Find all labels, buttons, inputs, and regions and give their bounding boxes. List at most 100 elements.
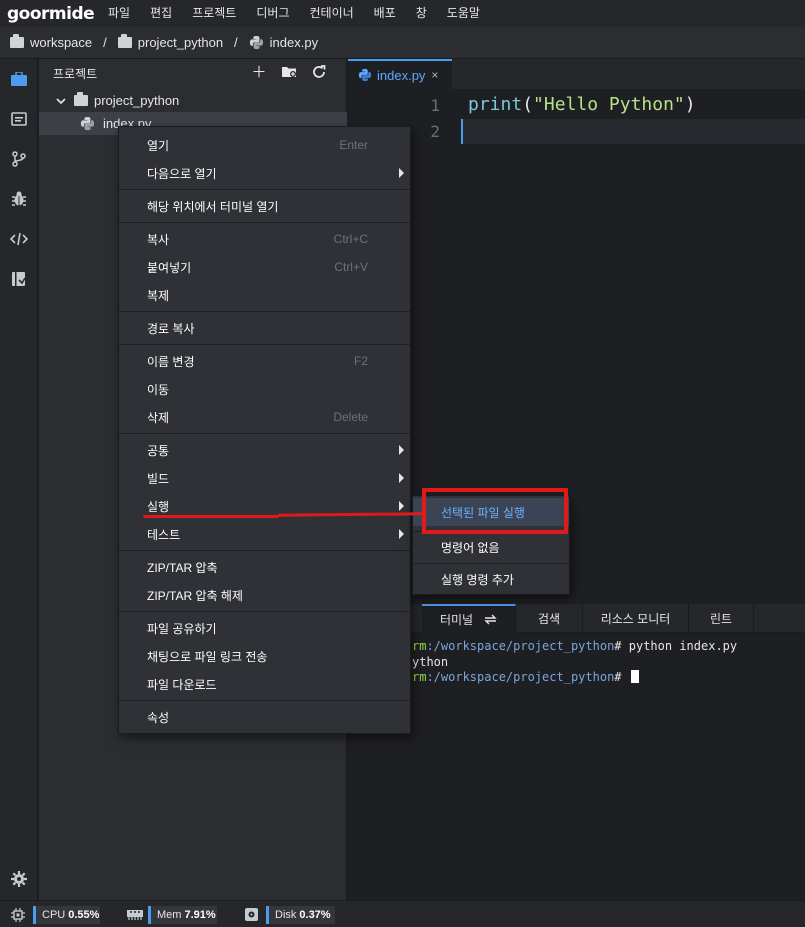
tab-terminal[interactable]: 터미널 xyxy=(422,604,516,633)
menu-item-copy-path[interactable]: 경로 복사 xyxy=(119,314,410,342)
python-file-icon xyxy=(249,35,263,50)
menu-item-terminal-here[interactable]: 해당 위치에서 터미널 열기 xyxy=(119,192,410,220)
branch-icon xyxy=(12,151,26,167)
menu-item-rename[interactable]: 이름 변경 F2 xyxy=(119,347,410,375)
activity-bar xyxy=(0,59,38,900)
annotation-highlight-box xyxy=(422,488,568,534)
sync-icon[interactable] xyxy=(484,614,497,625)
close-icon[interactable]: × xyxy=(431,68,438,82)
mem-value: 7.91% xyxy=(184,909,216,921)
menu-file[interactable]: 파일 xyxy=(98,0,140,27)
python-file-icon xyxy=(358,68,372,82)
menu-item-duplicate[interactable]: 복제 xyxy=(119,281,410,309)
submenu-arrow-icon xyxy=(399,445,404,455)
cpu-label: CPU xyxy=(42,909,66,921)
menu-item-test[interactable]: 테스트 xyxy=(119,520,410,548)
disk-label: Disk xyxy=(275,909,297,921)
menu-item-open[interactable]: 열기 Enter xyxy=(119,131,410,159)
menu-item-send-link[interactable]: 채팅으로 파일 링크 전송 xyxy=(119,642,410,670)
current-line-highlight xyxy=(461,119,805,144)
menu-edit[interactable]: 편집 xyxy=(140,0,182,27)
plugin-icon[interactable] xyxy=(0,265,38,293)
outline-icon[interactable] xyxy=(0,105,38,133)
annotation-underline xyxy=(143,515,279,518)
git-icon[interactable] xyxy=(0,145,38,173)
menu-item-share[interactable]: 파일 공유하기 xyxy=(119,614,410,642)
menu-item-no-command[interactable]: 명령어 없음 xyxy=(413,533,569,561)
debug-icon[interactable] xyxy=(0,185,38,213)
code-line[interactable]: print("Hello Python") xyxy=(468,94,696,115)
add-folder-icon[interactable] xyxy=(281,65,297,81)
menu-item-add-run-command[interactable]: 실행 명령 추가 xyxy=(413,565,569,593)
panel-header: 프로젝트 xyxy=(39,59,346,88)
disk-value: 0.37% xyxy=(299,909,331,921)
terminal-line[interactable]: rm:/workspace/project_python# xyxy=(412,670,639,684)
menu-divider xyxy=(119,344,410,345)
cpu-status: CPU 0.55% xyxy=(36,906,100,924)
submenu-arrow-icon xyxy=(399,168,404,178)
menu-deploy[interactable]: 배포 xyxy=(364,0,406,27)
menu-item-label: 붙여넣기 xyxy=(147,260,192,275)
menu-container[interactable]: 컨테이너 xyxy=(299,0,363,27)
breadcrumb-separator: / xyxy=(234,35,238,50)
menu-project[interactable]: 프로젝트 xyxy=(182,0,246,27)
tab-search[interactable]: 검색 xyxy=(516,604,583,633)
terminal-path: :/workspace/project_python xyxy=(426,639,615,653)
menu-item-build[interactable]: 빌드 xyxy=(119,464,410,492)
menu-item-copy[interactable]: 복사 Ctrl+C xyxy=(119,225,410,253)
menu-item-move[interactable]: 이동 xyxy=(119,375,410,403)
menu-item-label: 속성 xyxy=(147,710,170,725)
menu-divider xyxy=(119,222,410,223)
bug-icon xyxy=(12,191,26,206)
status-bar: CPU 0.55% Mem 7.91% Disk 0.37% xyxy=(0,900,805,927)
menu-item-open-with[interactable]: 다음으로 열기 xyxy=(119,159,410,187)
menu-item-unzip[interactable]: ZIP/TAR 압축 해제 xyxy=(119,581,410,609)
app-logo[interactable]: goormide xyxy=(0,4,100,24)
menu-item-delete[interactable]: 삭제 Delete xyxy=(119,403,410,431)
menu-divider xyxy=(413,563,569,564)
menu-item-label: 삭제 xyxy=(147,410,170,425)
breadcrumb-label: index.py xyxy=(269,35,319,50)
breadcrumb-project[interactable]: project_python xyxy=(117,34,223,50)
menu-item-common[interactable]: 공통 xyxy=(119,436,410,464)
code-icon[interactable] xyxy=(0,225,38,253)
folder-icon xyxy=(117,34,132,48)
settings-icon[interactable] xyxy=(0,865,38,893)
refresh-arrow-icon xyxy=(313,65,326,78)
menu-item-paste[interactable]: 붙여넣기 Ctrl+V xyxy=(119,253,410,281)
menu-item-zip[interactable]: ZIP/TAR 압축 xyxy=(119,553,410,581)
shortcut-label: Ctrl+C xyxy=(333,232,368,246)
brackets-icon xyxy=(10,232,28,246)
code-paren: ( xyxy=(522,94,534,115)
shortcut-label: Delete xyxy=(333,410,368,424)
add-file-icon[interactable]: ＋ xyxy=(251,65,267,81)
tab-lint[interactable]: 린트 xyxy=(689,604,754,633)
refresh-icon[interactable] xyxy=(311,65,327,81)
project-explorer-icon[interactable] xyxy=(0,65,38,93)
code-paren: ) xyxy=(684,94,696,115)
menu-divider xyxy=(119,311,410,312)
context-menu: 열기 Enter 다음으로 열기 해당 위치에서 터미널 열기 복사 Ctrl+C … xyxy=(118,126,411,734)
breadcrumb-label: workspace xyxy=(30,35,93,50)
tab-resource-monitor[interactable]: 리소스 모니터 xyxy=(583,604,689,633)
menu-divider xyxy=(119,189,410,190)
breadcrumb-file[interactable]: index.py xyxy=(249,35,318,50)
menu-item-download[interactable]: 파일 다운로드 xyxy=(119,670,410,698)
menu-debug[interactable]: 디버그 xyxy=(246,0,299,27)
menu-item-label: 복사 xyxy=(147,232,170,247)
shortcut-label: F2 xyxy=(353,354,368,368)
python-file-icon xyxy=(80,116,95,131)
menu-window[interactable]: 창 xyxy=(406,0,437,27)
editor-tab-index[interactable]: index.py × xyxy=(348,59,452,89)
menu-help[interactable]: 도움말 xyxy=(437,0,490,27)
menu-item-label: 파일 다운로드 xyxy=(147,677,217,692)
menu-item-label: 경로 복사 xyxy=(147,321,195,336)
terminal-prompt: # xyxy=(614,670,629,684)
submenu-arrow-icon xyxy=(399,473,404,483)
tree-folder-project[interactable]: project_python xyxy=(39,89,347,112)
menu-item-label: 채팅으로 파일 링크 전송 xyxy=(147,649,268,664)
menu-item-properties[interactable]: 속성 xyxy=(119,703,410,731)
cpu-value: 0.55% xyxy=(68,909,100,921)
panel-icon xyxy=(11,112,27,126)
breadcrumb-workspace[interactable]: workspace xyxy=(10,34,93,50)
